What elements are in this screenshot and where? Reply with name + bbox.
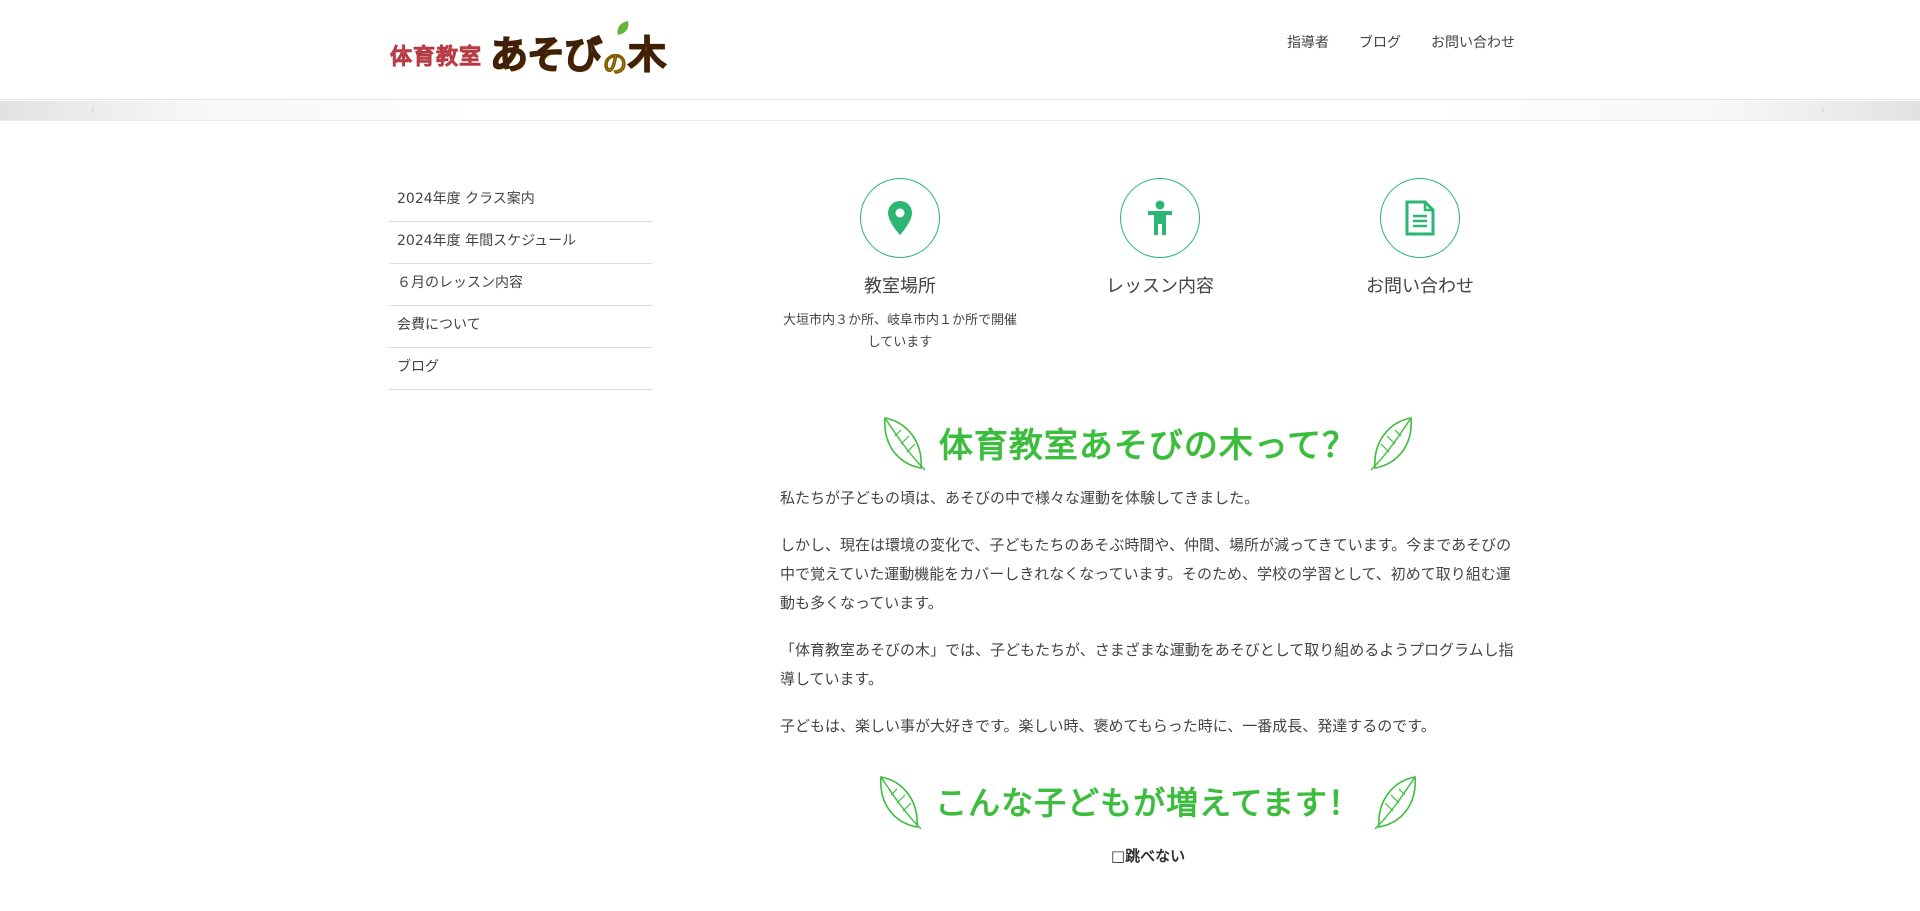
about-paragraph-2: しかし、現在は環境の変化で、子どもたちのあそぶ時間や、仲間、場所が減ってきていま… [780, 536, 1512, 612]
leaf-left-icon [884, 417, 926, 471]
leaf-left-icon [880, 776, 922, 830]
sidebar-item-schedule[interactable]: 2024年度 年間スケジュール [389, 222, 653, 264]
main-content: 教室場所 大垣市内３か所、岐阜市内１か所で開催しています レッスン内容 お問い合… [780, 150, 1516, 866]
sidebar-item-classes[interactable]: 2024年度 クラス案内 [389, 180, 653, 222]
feature-location-title: 教室場所 [864, 276, 936, 297]
sidebar-item-lessons[interactable]: ６月のレッスン内容 [389, 264, 653, 306]
slider-next-icon[interactable]: › [1820, 103, 1825, 118]
about-paragraph-4: 子どもは、楽しい事が大好きです。楽しい時、褒めてもらった時に、一番成長、発達する… [780, 717, 1436, 735]
issue-item: □跳べない [1110, 847, 1186, 865]
section-issues-heading: こんな子どもが増えてます！ [780, 771, 1516, 831]
feature-location-desc: 大垣市内３か所、岐阜市内１か所で開催しています [782, 313, 1017, 350]
child-icon [1148, 200, 1172, 235]
nav-instructors[interactable]: 指導者 [1287, 32, 1329, 52]
section-issues-title: こんな子どもが増えてます！ [935, 784, 1361, 822]
slider-prev-icon[interactable]: ‹ [90, 103, 95, 118]
feature-contact-title: お問い合わせ [1366, 276, 1474, 297]
feature-lessons[interactable]: レッスン内容 [1040, 178, 1280, 310]
main-nav: 指導者 ブログ お問い合わせ [1287, 32, 1515, 52]
feature-row: 教室場所 大垣市内３か所、岐阜市内１か所で開催しています レッスン内容 お問い合… [780, 150, 1516, 360]
nav-blog[interactable]: ブログ [1359, 32, 1401, 52]
logo-title-part-b: 木 [627, 32, 667, 78]
document-icon [1405, 200, 1435, 236]
site-header: 体育教室 あそびの木 指導者 ブログ お問い合わせ [0, 0, 1920, 100]
sidebar-item-fees[interactable]: 会費について [389, 306, 653, 348]
logo-title-no: の [603, 49, 628, 78]
feature-contact-circle[interactable] [1380, 178, 1460, 258]
map-pin-icon [888, 201, 912, 235]
feature-location[interactable]: 教室場所 大垣市内３か所、岐阜市内１か所で開催しています [780, 178, 1020, 354]
leaf-right-icon [1370, 417, 1412, 471]
hero-slider: ‹ › [0, 101, 1920, 121]
site-logo[interactable]: 体育教室 あそびの木 [390, 20, 667, 79]
sidebar-item-blog[interactable]: ブログ [389, 348, 653, 390]
feature-contact[interactable]: お問い合わせ [1300, 178, 1540, 310]
logo-title-part-a: あそび [489, 32, 603, 78]
sidebar-menu: 2024年度 クラス案内 2024年度 年間スケジュール ６月のレッスン内容 会… [389, 180, 653, 390]
logo-title: あそびの木 [489, 24, 667, 79]
logo-subtitle: 体育教室 [390, 45, 483, 71]
feature-lessons-title: レッスン内容 [1106, 276, 1214, 297]
feature-lessons-circle[interactable] [1120, 178, 1200, 258]
section-about-title: 体育教室あそびの木って？ [938, 425, 1358, 466]
nav-contact[interactable]: お問い合わせ [1431, 32, 1515, 52]
section-about-heading: 体育教室あそびの木って？ [780, 412, 1516, 472]
about-paragraph-1: 私たちが子どもの頃は、あそびの中で様々な運動を体験してきました。 [780, 489, 1260, 507]
feature-location-circle[interactable] [860, 178, 940, 258]
about-paragraph-3: 「体育教室あそびの木」では、子どもたちが、さまざまな運動をあそびとして取り組める… [780, 641, 1514, 688]
leaf-right-icon [1374, 776, 1416, 830]
section-about-body: 私たちが子どもの頃は、あそびの中で様々な運動を体験してきました。 しかし、現在は… [780, 484, 1516, 741]
